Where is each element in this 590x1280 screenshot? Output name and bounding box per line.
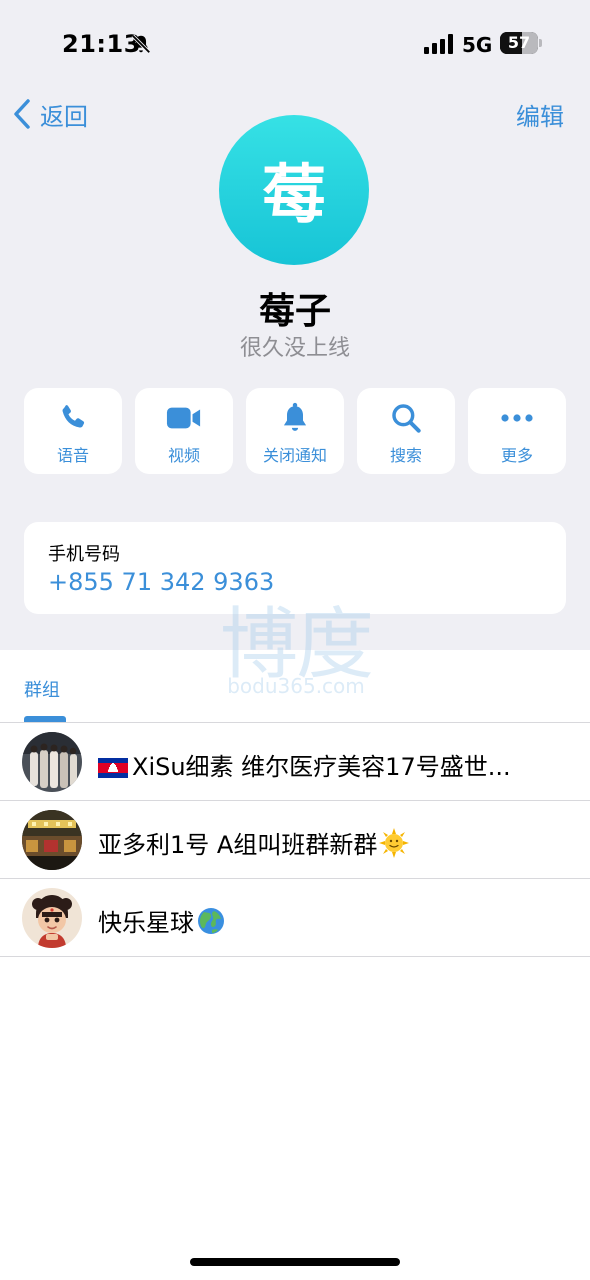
cellular-signal-icon [424,34,453,54]
sun-face-emoji-icon [379,828,410,858]
group-row[interactable]: XiSu细素 维尔医疗美容17号盛世... [0,723,590,801]
group-avatar [22,888,82,948]
group-avatar [22,810,82,870]
chevron-left-icon [14,99,30,129]
battery-percent: 57 [507,33,531,52]
group-list: XiSu细素 维尔医疗美容17号盛世... 亚多利1号 A组叫班群新群 快乐星球 [0,723,590,957]
mute-notifications-button[interactable]: 关闭通知 [246,388,344,474]
network-type: 5G [462,33,493,57]
video-call-button[interactable]: 视频 [135,388,233,474]
voice-call-label: 语音 [56,446,89,465]
avatar-initial: 莓 [262,159,326,233]
mute-notifications-label: 关闭通知 [262,446,327,465]
voice-call-button[interactable]: 语音 [24,388,122,474]
search-button[interactable]: 搜索 [357,388,455,474]
group-title-text: 亚多利1号 A组叫班群新群 [98,831,378,859]
cambodia-flag-icon [98,758,128,778]
group-title: XiSu细素 维尔医疗美容17号盛世... [98,747,558,782]
back-label: 返回 [40,102,88,131]
phone-info-card: 手机号码 +855 71 342 9363 [24,522,566,614]
avatar[interactable]: 莓 [219,115,369,265]
group-avatar [22,732,82,792]
group-row[interactable]: 快乐星球 [0,879,590,957]
phone-number[interactable]: +855 71 342 9363 [48,568,274,596]
search-label: 搜索 [389,446,422,465]
phone-caption: 手机号码 [48,544,120,565]
back-button[interactable]: 返回 [10,94,88,134]
group-title: 亚多利1号 A组叫班群新群 [98,825,558,860]
more-label: 更多 [500,446,533,465]
globe-emoji-icon [198,908,224,934]
more-icon [499,402,535,434]
battery-icon: 57 [500,32,538,54]
contact-profile-screen: 21:13 5G 57 返回 编辑 莓 莓子 很久没上线 语音 视频 关闭通知 … [0,0,590,1280]
video-call-label: 视频 [167,446,200,465]
tab-groups[interactable]: 群组 [24,676,60,702]
group-title-text: XiSu细素 维尔医疗美容17号盛世... [132,753,511,781]
last-seen-status: 很久没上线 [239,336,350,361]
action-buttons: 语音 视频 关闭通知 搜索 更多 [24,388,566,474]
phone-icon [55,402,91,434]
watermark-url: bodu365.com [227,674,365,698]
more-button[interactable]: 更多 [468,388,566,474]
search-icon [388,402,424,434]
home-indicator[interactable] [190,1258,400,1266]
edit-button[interactable]: 编辑 [516,97,564,132]
battery-cap [539,39,542,47]
group-row[interactable]: 亚多利1号 A组叫班群新群 [0,801,590,879]
group-title: 快乐星球 [98,903,558,938]
video-icon [166,402,202,434]
bell-off-icon [131,34,151,54]
group-title-text: 快乐星球 [98,909,194,937]
contact-name: 莓子 [258,291,331,332]
bell-icon [277,402,313,434]
status-bar: 21:13 5G 57 [0,0,590,90]
